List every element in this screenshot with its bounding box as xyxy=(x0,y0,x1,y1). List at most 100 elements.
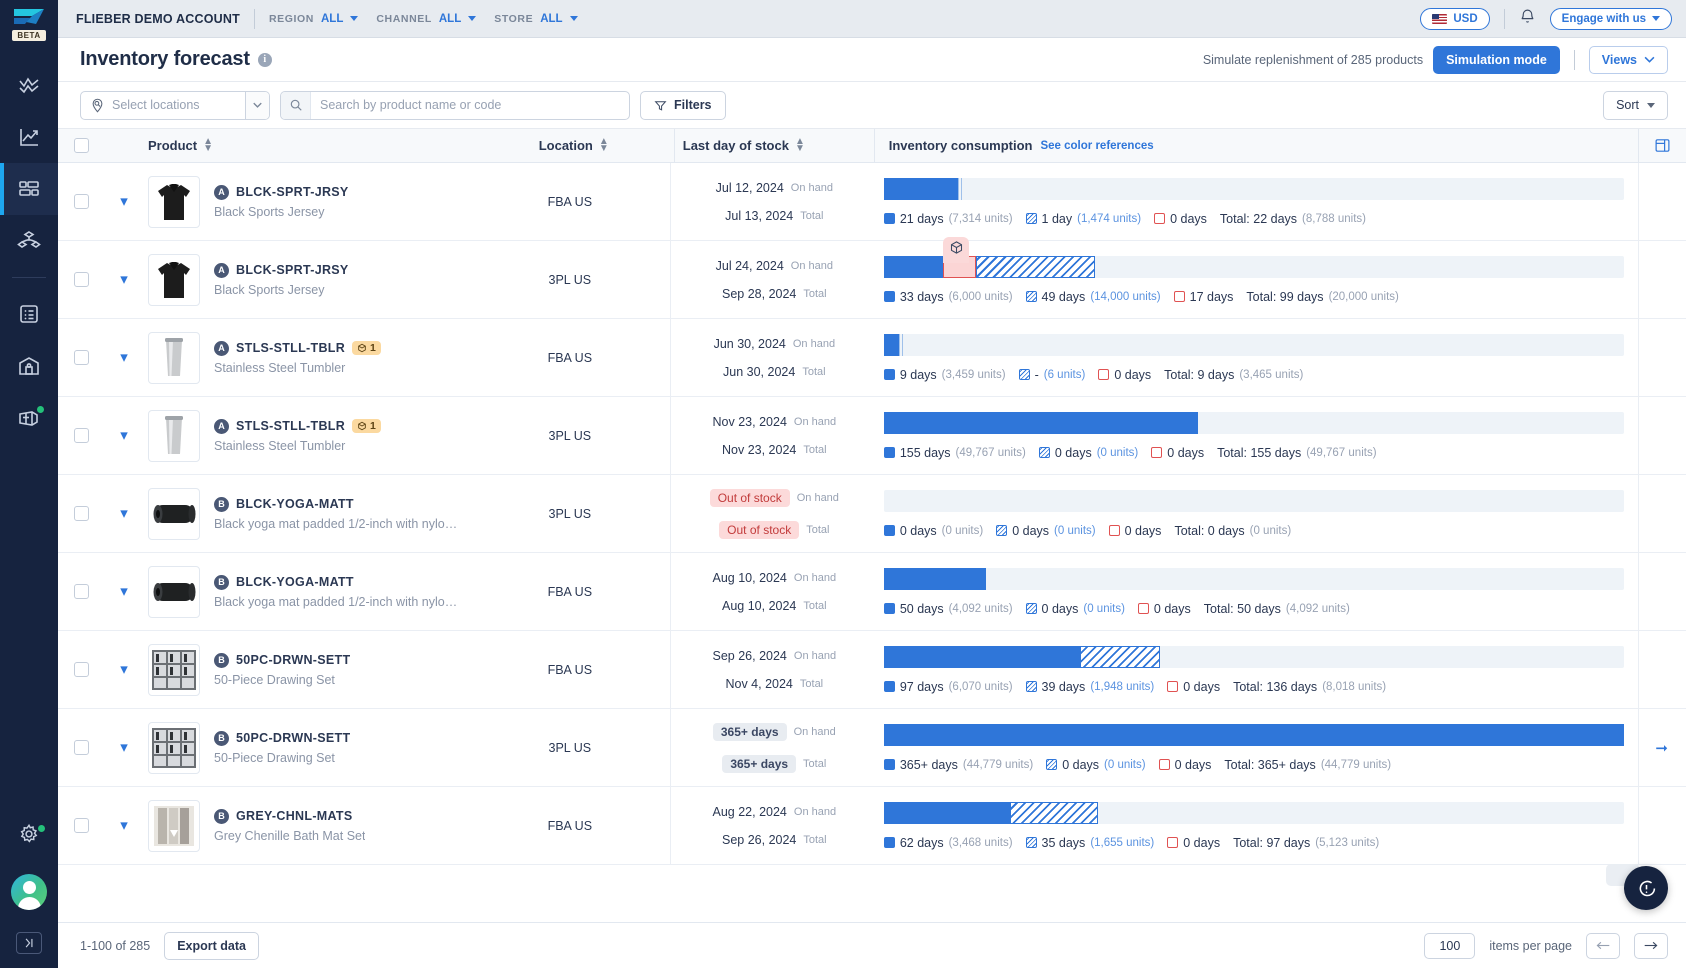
sort-arrows-icon[interactable]: ▲▼ xyxy=(795,137,805,154)
consumption-bar[interactable] xyxy=(884,256,1624,278)
bundle-count-badge[interactable]: 1 xyxy=(352,419,381,433)
expand-row-button[interactable]: ▾ xyxy=(120,740,128,755)
table-row[interactable]: ▾ASTLS-STLL-TBLR1Stainless Steel Tumbler… xyxy=(58,397,1686,475)
sidebar-item-settings[interactable] xyxy=(0,808,58,860)
region-filter[interactable]: REGION ALL xyxy=(269,13,358,25)
overflow-arrow-icon[interactable]: ➞ xyxy=(1655,739,1668,757)
row-checkbox[interactable] xyxy=(74,194,89,209)
expand-row-button[interactable]: ▾ xyxy=(120,194,128,209)
region-value[interactable]: ALL xyxy=(321,13,343,25)
warehouse-icon xyxy=(17,354,41,378)
product-sku[interactable]: BLCK-SPRT-JRSY xyxy=(236,185,349,199)
sidebar-item-pulse[interactable] xyxy=(0,59,58,111)
consumption-bar[interactable] xyxy=(884,646,1624,668)
sidebar-item-analytics[interactable] xyxy=(0,111,58,163)
store-filter[interactable]: STORE ALL xyxy=(494,13,577,25)
row-checkbox[interactable] xyxy=(74,272,89,287)
views-button[interactable]: Views xyxy=(1589,46,1668,74)
sidebar-collapse-button[interactable] xyxy=(16,932,42,954)
inventory-consumption-cell: 33 days(6,000 units)49 days(14,000 units… xyxy=(870,241,1638,318)
expand-row-button[interactable]: ▾ xyxy=(120,506,128,521)
table-row[interactable]: ▾BBLCK-YOGA-MATTBlack yoga mat padded 1/… xyxy=(58,553,1686,631)
sidebar-item-orders[interactable] xyxy=(0,288,58,340)
inbound-shipment-marker[interactable] xyxy=(943,237,969,263)
avatar[interactable] xyxy=(11,874,47,910)
consumption-bar[interactable] xyxy=(884,490,1624,512)
legend-total-days: Total: 136 days xyxy=(1233,680,1317,694)
consumption-bar[interactable] xyxy=(884,724,1624,746)
sort-arrows-icon[interactable]: ▲▼ xyxy=(599,137,609,154)
product-sku[interactable]: 50PC-DRWN-SETT xyxy=(236,653,350,667)
items-per-page-input[interactable]: 100 xyxy=(1424,933,1475,959)
sort-button[interactable]: Sort xyxy=(1603,91,1668,120)
expand-row-button[interactable]: ▾ xyxy=(120,818,128,833)
product-sku[interactable]: STLS-STLL-TBLR xyxy=(236,419,345,433)
table-row[interactable]: ▾BBLCK-YOGA-MATTBlack yoga mat padded 1/… xyxy=(58,475,1686,553)
export-data-button[interactable]: Export data xyxy=(164,932,259,960)
consumption-bar[interactable] xyxy=(884,334,1624,356)
table-row[interactable]: ▾B50PC-DRWN-SETT50-Piece Drawing Set3PL … xyxy=(58,709,1686,787)
sort-arrows-icon[interactable]: ▲▼ xyxy=(203,137,213,154)
sidebar-item-products[interactable] xyxy=(0,215,58,267)
product-sku[interactable]: BLCK-YOGA-MATT xyxy=(236,575,354,589)
row-checkbox[interactable] xyxy=(74,428,89,443)
sidebar-item-inventory[interactable] xyxy=(0,163,58,215)
row-actions-cell xyxy=(1638,787,1686,864)
status-dot xyxy=(36,405,45,414)
prev-page-button[interactable] xyxy=(1586,933,1620,959)
locations-select[interactable]: Select locations xyxy=(80,91,270,120)
table-row[interactable]: ▾ABLCK-SPRT-JRSYBlack Sports JerseyFBA U… xyxy=(58,163,1686,241)
sidebar-item-shipments[interactable] xyxy=(0,392,58,444)
product-sku[interactable]: STLS-STLL-TBLR xyxy=(236,341,345,355)
select-all-checkbox[interactable] xyxy=(74,138,89,153)
logo[interactable]: BETA xyxy=(12,0,46,41)
notifications-button[interactable] xyxy=(1519,8,1536,30)
row-checkbox[interactable] xyxy=(74,662,89,677)
table-row[interactable]: ▾ABLCK-SPRT-JRSYBlack Sports Jersey3PL U… xyxy=(58,241,1686,319)
consumption-bar[interactable] xyxy=(884,802,1624,824)
chat-support-button[interactable] xyxy=(1624,866,1668,910)
channel-filter[interactable]: CHANNEL ALL xyxy=(376,13,476,25)
expand-row-button[interactable]: ▾ xyxy=(120,662,128,677)
store-value[interactable]: ALL xyxy=(540,13,562,25)
simulation-mode-button[interactable]: Simulation mode xyxy=(1433,46,1560,74)
channel-value[interactable]: ALL xyxy=(439,13,461,25)
lastday-col-header[interactable]: Last day of stock ▲▼ xyxy=(674,129,874,162)
column-settings-button[interactable] xyxy=(1654,137,1671,154)
last-day-cell: Sep 26, 2024On handNov 4, 2024Total xyxy=(670,631,870,708)
locations-dropdown-toggle[interactable] xyxy=(245,92,269,119)
currency-selector[interactable]: USD xyxy=(1420,8,1489,30)
bundle-count-badge[interactable]: 1 xyxy=(352,341,381,355)
product-sku[interactable]: 50PC-DRWN-SETT xyxy=(236,731,350,745)
next-page-button[interactable] xyxy=(1634,933,1668,959)
row-checkbox[interactable] xyxy=(74,740,89,755)
row-checkbox[interactable] xyxy=(74,350,89,365)
search-box[interactable] xyxy=(280,91,630,120)
expand-row-button[interactable]: ▾ xyxy=(120,272,128,287)
filters-button[interactable]: Filters xyxy=(640,91,726,120)
expand-row-button[interactable]: ▾ xyxy=(120,350,128,365)
consumption-bar[interactable] xyxy=(884,178,1624,200)
row-checkbox[interactable] xyxy=(74,818,89,833)
expand-row-button[interactable]: ▾ xyxy=(120,584,128,599)
last-day-sublabel: Total xyxy=(800,210,823,222)
location-col-header[interactable]: Location ▲▼ xyxy=(474,137,674,154)
sidebar-item-warehouse[interactable] xyxy=(0,340,58,392)
expand-row-button[interactable]: ▾ xyxy=(120,428,128,443)
table-row[interactable]: ▾ASTLS-STLL-TBLR1Stainless Steel Tumbler… xyxy=(58,319,1686,397)
product-sku[interactable]: GREY-CHNL-MATS xyxy=(236,809,352,823)
legend-swatch-inbound xyxy=(1026,291,1037,302)
row-checkbox[interactable] xyxy=(74,584,89,599)
search-input[interactable] xyxy=(311,98,629,112)
product-sku[interactable]: BLCK-YOGA-MATT xyxy=(236,497,354,511)
product-sku[interactable]: BLCK-SPRT-JRSY xyxy=(236,263,349,277)
engage-button[interactable]: Engage with us xyxy=(1550,8,1672,30)
info-icon[interactable]: i xyxy=(258,53,272,67)
table-row[interactable]: ▾B50PC-DRWN-SETT50-Piece Drawing SetFBA … xyxy=(58,631,1686,709)
consumption-bar[interactable] xyxy=(884,568,1624,590)
table-row[interactable]: ▾BGREY-CHNL-MATSGrey Chenille Bath Mat S… xyxy=(58,787,1686,865)
see-color-references-link[interactable]: See color references xyxy=(1040,140,1153,152)
product-col-header[interactable]: Product ▲▼ xyxy=(144,137,474,154)
row-checkbox[interactable] xyxy=(74,506,89,521)
consumption-bar[interactable] xyxy=(884,412,1624,434)
